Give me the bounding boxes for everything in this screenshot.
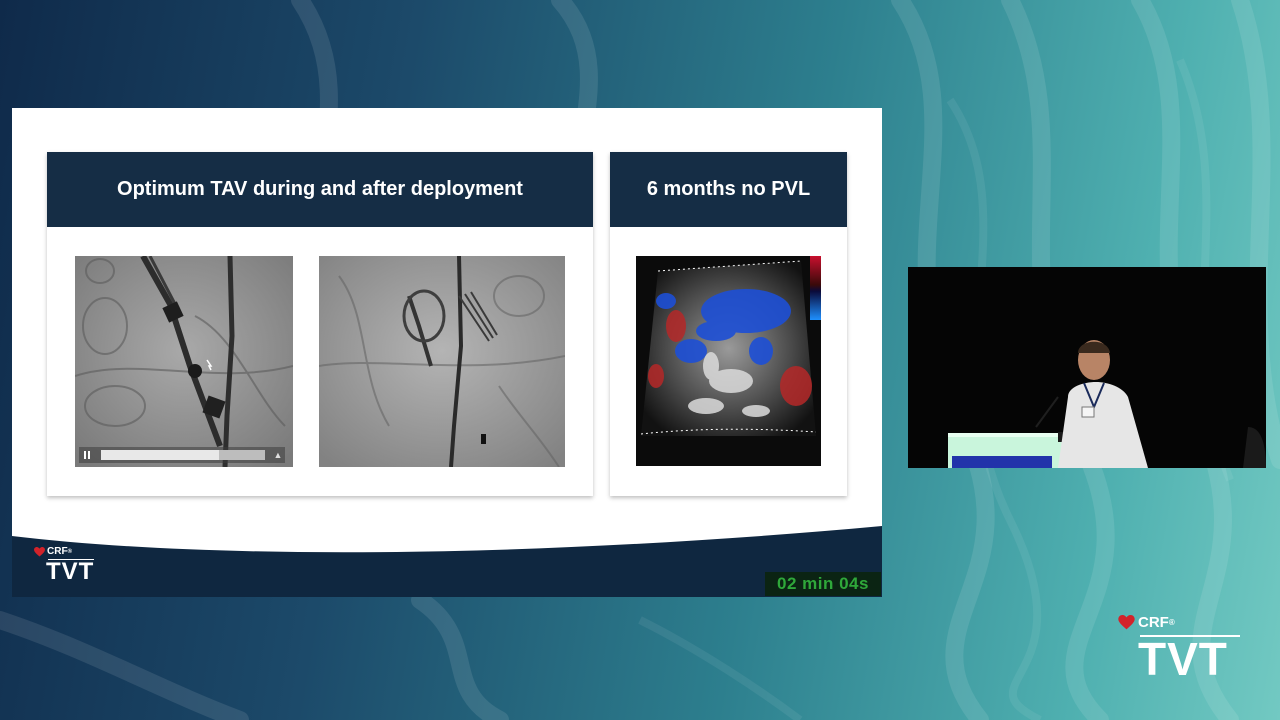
speaker-video-feed <box>908 267 1266 468</box>
corner-logo: CRF ® TVT <box>1118 614 1240 685</box>
slide-logo-mark: ® <box>67 548 72 555</box>
corner-logo-brand: CRF <box>1138 614 1169 631</box>
corner-logo-event: TVT <box>1138 633 1228 685</box>
presentation-slide: Optimum TAV during and after deployment <box>12 108 882 597</box>
corner-logo-mark: ® <box>1168 618 1175 627</box>
slide-footer-band <box>12 526 882 597</box>
heart-icon <box>34 546 45 557</box>
slide-logo: CRF ® TVT <box>34 546 94 584</box>
slide-logo-event: TVT <box>46 558 95 585</box>
heart-icon <box>1118 615 1135 630</box>
speaker-video-frame <box>908 267 1266 468</box>
countdown-timer: 02 min 04s <box>765 572 881 596</box>
slide-logo-brand: CRF <box>47 546 68 557</box>
